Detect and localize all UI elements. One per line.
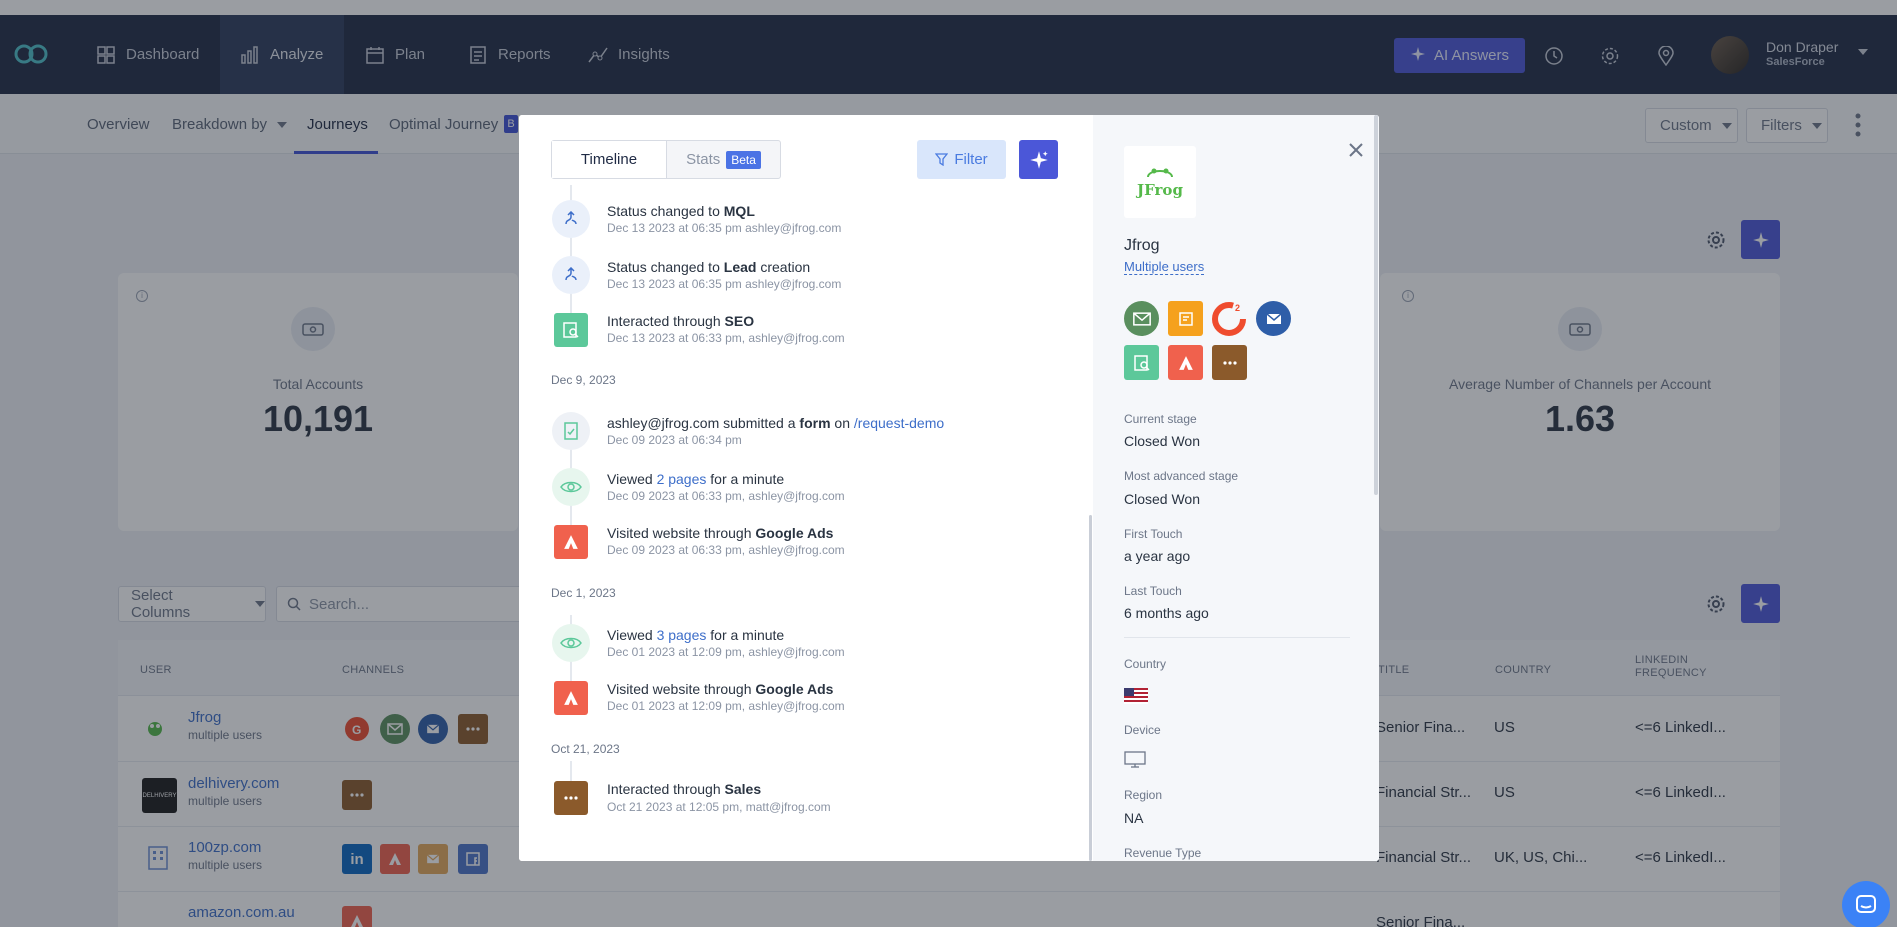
device-label: Device <box>1124 723 1161 737</box>
event-link[interactable]: /request-demo <box>854 415 944 431</box>
seo-icon <box>554 313 588 347</box>
filter-button[interactable]: Filter <box>917 140 1006 179</box>
event-title: Viewed 3 pages for a minute <box>607 627 785 643</box>
company-logo: JFrog <box>1124 146 1196 218</box>
sparkle-icon <box>1029 150 1048 169</box>
frog-icon <box>1147 168 1173 178</box>
timeline-scrollbar[interactable] <box>1089 515 1092 861</box>
close-icon[interactable] <box>1344 138 1368 162</box>
g2-icon[interactable]: 2 <box>1212 301 1247 336</box>
last-touch-value: 6 months ago <box>1124 605 1209 621</box>
ai-summary-button[interactable] <box>1019 140 1058 179</box>
country-label: Country <box>1124 657 1167 671</box>
status-change-icon <box>552 200 590 238</box>
most-advanced-stage-label: Most advanced stage <box>1124 469 1239 483</box>
tab-stats[interactable]: Stats Beta <box>667 141 780 178</box>
event-meta: Dec 09 2023 at 06:33 pm, ashley@jfrog.co… <box>607 489 845 503</box>
event-meta: Dec 09 2023 at 06:34 pm <box>607 433 742 447</box>
svg-text:2: 2 <box>1235 303 1240 313</box>
email-icon[interactable] <box>1124 301 1159 336</box>
seo-icon[interactable] <box>1124 345 1159 380</box>
tab-stats-label: Stats <box>686 151 721 168</box>
details-scrollbar[interactable] <box>1374 115 1378 495</box>
form-icon <box>552 412 590 450</box>
account-journey-modal: Timeline Stats Beta Filter Status change… <box>519 115 1379 861</box>
event-link[interactable]: 3 pages <box>657 627 707 643</box>
revenue-type-label: Revenue Type <box>1124 846 1202 860</box>
eye-icon <box>552 624 590 662</box>
event-title: Interacted through SEO <box>607 313 755 329</box>
current-stage-value: Closed Won <box>1124 433 1201 449</box>
sales-icon[interactable] <box>1212 345 1247 380</box>
desktop-icon <box>1124 751 1146 768</box>
filter-label: Filter <box>954 151 988 168</box>
status-change-icon <box>552 256 590 294</box>
date-heading: Oct 21, 2023 <box>551 742 620 756</box>
region-value: NA <box>1124 810 1144 826</box>
event-title: ashley@jfrog.com submitted a form on /re… <box>607 415 945 431</box>
event-meta: Dec 13 2023 at 06:35 pm ashley@jfrog.com <box>607 221 842 235</box>
last-touch-label: Last Touch <box>1124 584 1182 598</box>
company-logo-text: JFrog <box>1137 181 1183 199</box>
google-ads-icon[interactable] <box>1168 345 1203 380</box>
first-touch-value: a year ago <box>1124 548 1191 564</box>
us-flag-icon <box>1124 688 1148 704</box>
event-title: Status changed to Lead creation <box>607 259 811 275</box>
content-icon[interactable] <box>1168 301 1203 336</box>
event-meta: Dec 01 2023 at 12:09 pm, ashley@jfrog.co… <box>607 699 845 713</box>
beta-badge: Beta <box>726 150 761 169</box>
most-advanced-stage-value: Closed Won <box>1124 491 1201 507</box>
eye-icon <box>552 468 590 506</box>
chat-icon <box>1856 895 1876 913</box>
account-details-panel: JFrog Jfrog Multiple users 2 Current sta… <box>1093 115 1379 861</box>
details-divider <box>1124 637 1350 638</box>
event-title: Visited website through Google Ads <box>607 525 834 541</box>
event-link[interactable]: 2 pages <box>657 471 707 487</box>
event-title: Visited website through Google Ads <box>607 681 834 697</box>
event-meta: Dec 13 2023 at 06:35 pm ashley@jfrog.com <box>607 277 842 291</box>
event-meta: Dec 01 2023 at 12:09 pm, ashley@jfrog.co… <box>607 645 845 659</box>
event-title: Viewed 2 pages for a minute <box>607 471 785 487</box>
event-title: Status changed to MQL <box>607 203 755 219</box>
event-meta: Dec 09 2023 at 06:33 pm, ashley@jfrog.co… <box>607 543 845 557</box>
sales-icon <box>554 781 588 815</box>
google-ads-icon <box>554 681 588 715</box>
first-touch-label: First Touch <box>1124 527 1183 541</box>
google-ads-icon <box>554 525 588 559</box>
company-name: Jfrog <box>1124 237 1160 254</box>
timeline-panel: Timeline Stats Beta Filter Status change… <box>519 115 1093 861</box>
date-heading: Dec 1, 2023 <box>551 586 616 600</box>
multiple-users-link[interactable]: Multiple users <box>1124 259 1205 275</box>
event-title: Interacted through Sales <box>607 781 762 797</box>
tab-timeline[interactable]: Timeline <box>552 141 667 178</box>
event-meta: Oct 21 2023 at 12:05 pm, matt@jfrog.com <box>607 800 831 814</box>
timeline-tabs: Timeline Stats Beta <box>551 140 781 179</box>
email-icon[interactable] <box>1256 301 1291 336</box>
event-meta: Dec 13 2023 at 06:33 pm, ashley@jfrog.co… <box>607 331 845 345</box>
current-stage-label: Current stage <box>1124 412 1197 426</box>
region-label: Region <box>1124 788 1163 802</box>
date-heading: Dec 9, 2023 <box>551 373 616 387</box>
chat-support-button[interactable] <box>1842 881 1890 927</box>
filter-icon <box>935 153 949 166</box>
